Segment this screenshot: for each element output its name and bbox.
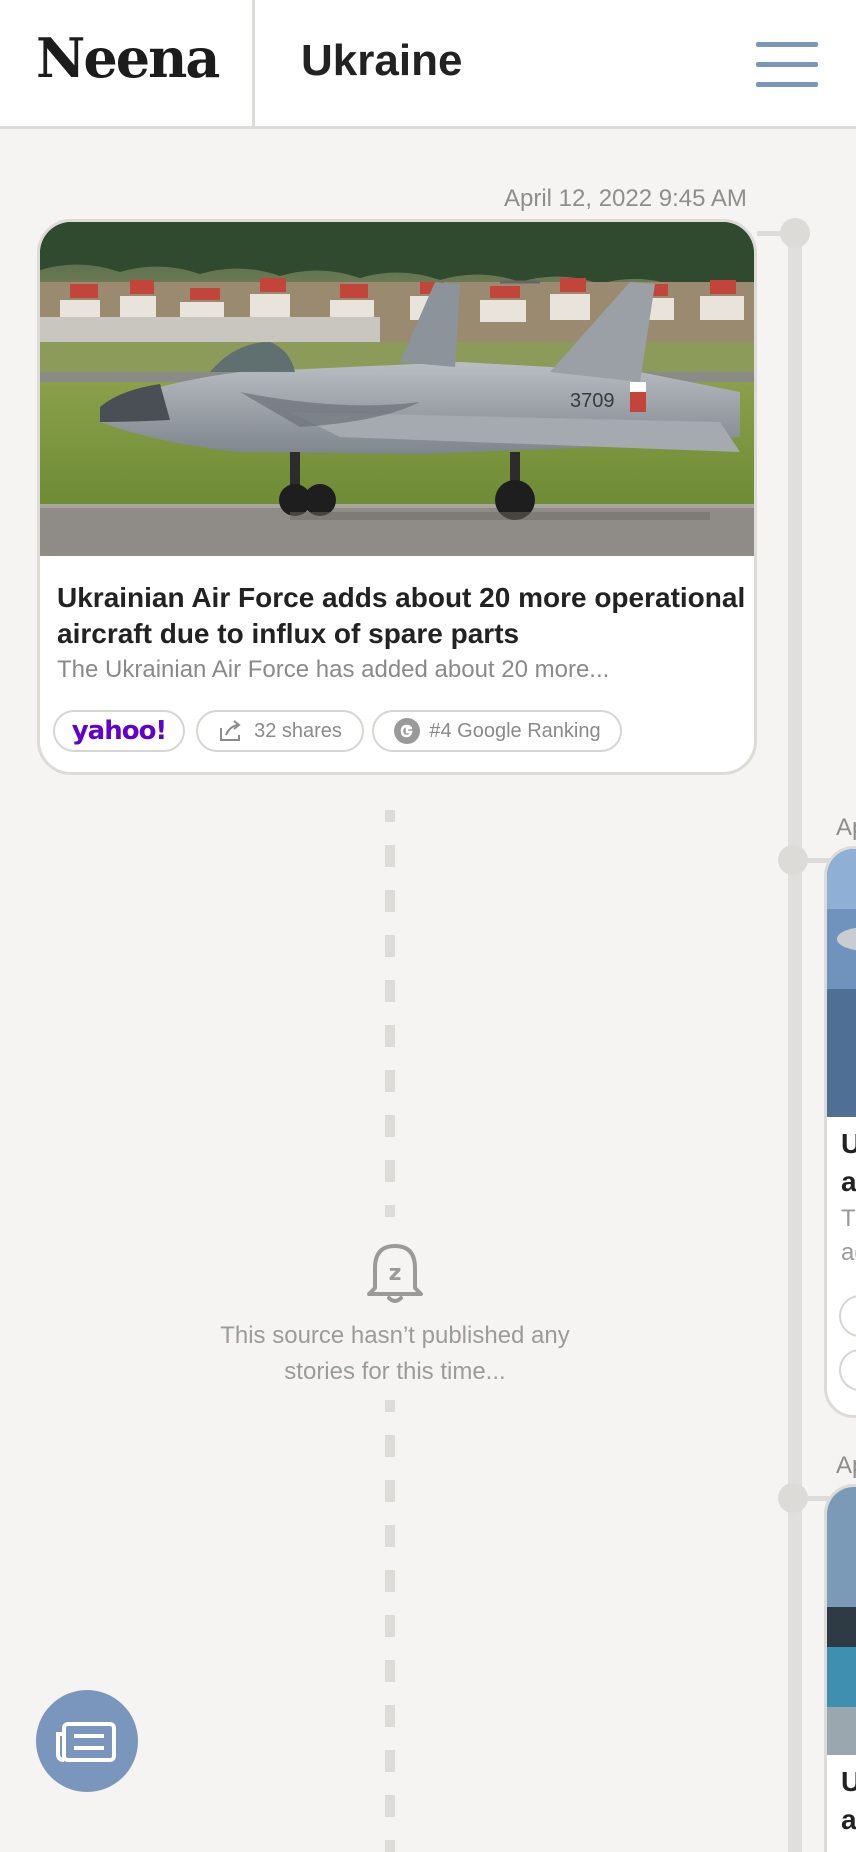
fighter-jet-photo: 3709 (40, 222, 754, 556)
yahoo-logo: yahoo! (71, 716, 168, 746)
page-title: Ukraine (301, 36, 463, 85)
story-image-partial[interactable] (827, 849, 856, 1117)
timeline-track (788, 232, 802, 1852)
empty-state: z (200, 1238, 590, 1306)
dashed-line-segment (385, 1570, 395, 1592)
app-logo[interactable]: Neena (36, 26, 220, 90)
dashed-line-segment (385, 1480, 395, 1502)
chip-partial[interactable] (839, 1295, 856, 1337)
story-card-partial[interactable]: U a Th ad (824, 846, 856, 1418)
chip-partial[interactable] (839, 1349, 856, 1391)
bell-snooze-icon: z (367, 1244, 423, 1303)
dashed-line-segment (385, 845, 395, 867)
story-title[interactable]: Ukrainian Air Force adds about 20 more o… (57, 580, 747, 652)
dashed-line-segment (385, 1705, 395, 1727)
dashed-line-segment (385, 980, 395, 1002)
dashed-line-segment (385, 1840, 395, 1852)
shares-chip[interactable]: 32 shares (196, 710, 364, 752)
svg-text:3709: 3709 (570, 390, 615, 412)
timeline-branch (800, 1496, 830, 1501)
dashed-line-segment (385, 1400, 395, 1412)
menu-bar-bottom (756, 82, 818, 87)
dashed-line-segment (385, 890, 395, 912)
news-feed-button[interactable] (36, 1690, 138, 1792)
dashed-line-segment (385, 1660, 395, 1682)
dashed-line-segment (385, 1750, 395, 1772)
timeline-branch (757, 231, 787, 236)
google-icon (394, 718, 421, 744)
story-title-partial[interactable]: a (841, 1801, 856, 1839)
ranking-text: #4 Google Ranking (429, 719, 601, 742)
dashed-line-segment (385, 1435, 395, 1457)
app-header: Neena Ukraine (0, 0, 856, 129)
aircraft-photo (827, 1487, 856, 1755)
dashed-line-segment (385, 1795, 395, 1817)
story-title-partial[interactable]: a (841, 1163, 856, 1201)
dashed-line-segment (385, 810, 395, 822)
svg-text:z: z (389, 1261, 402, 1286)
dashed-line-segment (385, 1070, 395, 1092)
story-title-partial[interactable]: U (841, 1763, 856, 1801)
timeline-branch (800, 858, 830, 863)
menu-bar-middle (756, 62, 818, 67)
empty-state-message: This source hasn’t published any stories… (220, 1322, 570, 1385)
story-summary-partial: Th (841, 1205, 856, 1232)
menu-bar-top (756, 42, 818, 47)
story-summary-partial: ad (841, 1239, 856, 1266)
story-card-partial[interactable]: U a (824, 1484, 856, 1852)
ranking-chip[interactable]: #4 Google Ranking (372, 710, 622, 752)
dashed-line-segment (385, 1115, 395, 1137)
dashed-line-segment (385, 1205, 395, 1217)
hamburger-menu-button[interactable] (756, 40, 818, 90)
story-image-partial[interactable] (827, 1487, 856, 1755)
dashed-line-segment (385, 1025, 395, 1047)
dashed-line-segment (385, 1525, 395, 1547)
story-title-partial[interactable]: U (841, 1125, 856, 1163)
story-image[interactable]: 3709 (40, 222, 754, 556)
header-divider (252, 0, 255, 126)
page: Neena Ukraine April 12, 2022 9:45 AM 370… (0, 0, 856, 1852)
story-card[interactable]: 3709 Ukrainian Air Force adds about 20 m… (37, 219, 757, 775)
dashed-line-segment (385, 935, 395, 957)
news-feed-icon (56, 1722, 116, 1762)
aircraft-photo (827, 849, 856, 1117)
share-icon (220, 720, 241, 741)
source-chip[interactable]: yahoo! (53, 710, 185, 752)
shares-count: 32 shares (254, 719, 342, 742)
dashed-line-segment (385, 1615, 395, 1637)
dashed-line-segment (385, 1160, 395, 1182)
story-timestamp: April 12, 2022 9:45 AM (504, 185, 747, 212)
story-summary: The Ukrainian Air Force has added about … (57, 656, 610, 683)
story-timestamp: Ap (836, 814, 856, 841)
story-timestamp: Ap (836, 1452, 856, 1479)
